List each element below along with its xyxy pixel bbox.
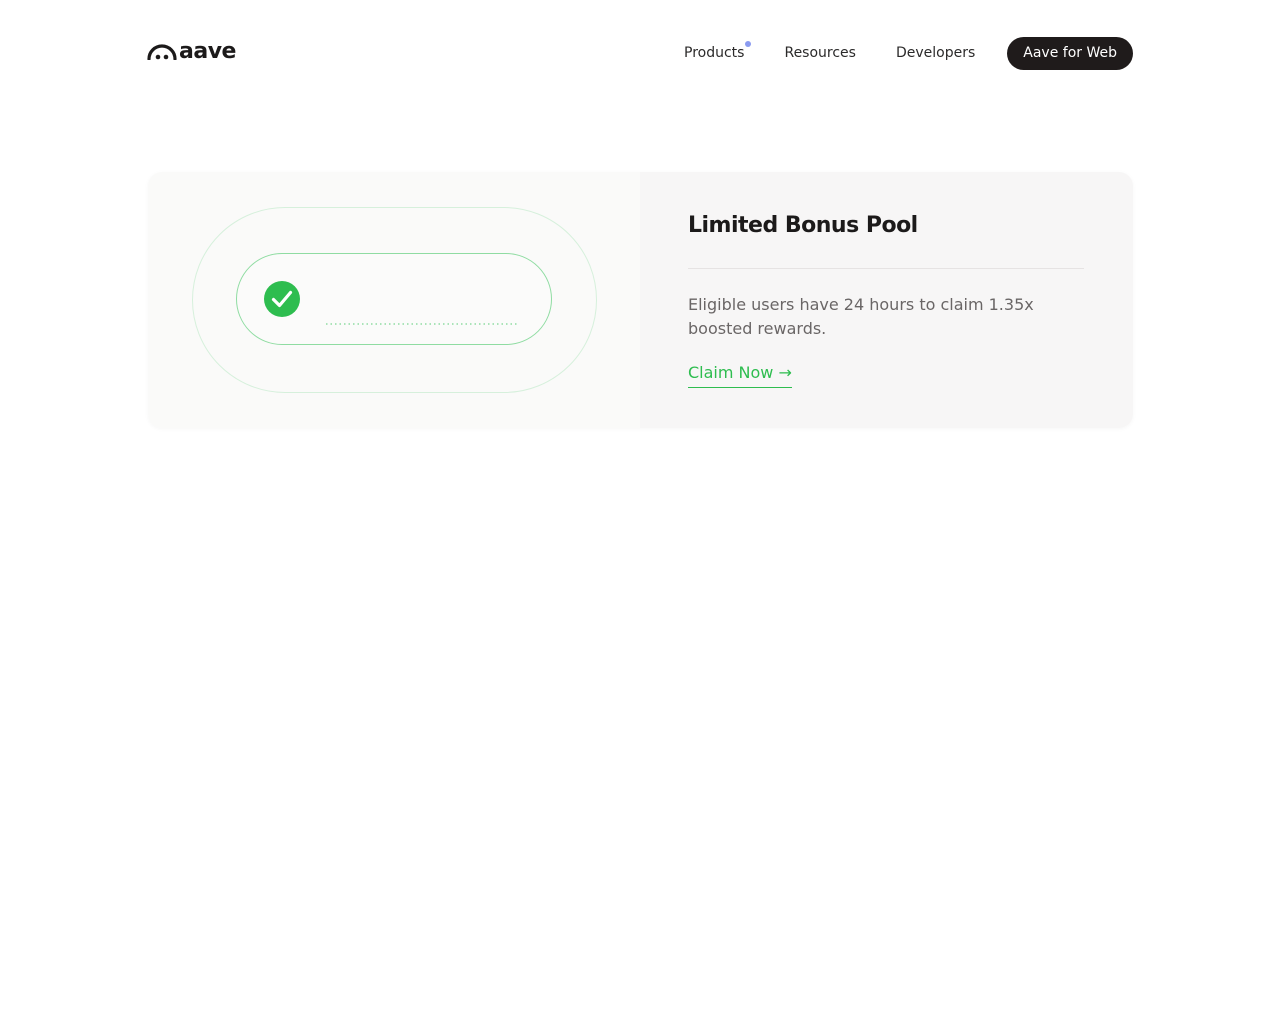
promo-description: Eligible users have 24 hours to claim 1.… [688, 295, 1034, 338]
nav-item-resources[interactable]: Resources [784, 36, 856, 70]
nav-item-label: Products [684, 45, 745, 61]
aave-ghost-icon [147, 44, 177, 60]
promo-illustration-panel [148, 172, 640, 428]
promo-divider [688, 268, 1084, 269]
promo-content-panel: Limited Bonus Pool Eligible users have 2… [640, 172, 1133, 428]
aave-for-web-button[interactable]: Aave for Web [1007, 36, 1133, 70]
promo-title: Limited Bonus Pool [688, 213, 918, 238]
promo-card: Limited Bonus Pool Eligible users have 2… [148, 172, 1133, 428]
pool-illustration [192, 207, 597, 393]
site-header: aave Products Resources Developers Aave … [147, 36, 1133, 70]
brand-logo[interactable]: aave [147, 39, 236, 65]
nav-item-label: Resources [784, 45, 856, 61]
nav-item-developers[interactable]: Developers [896, 36, 975, 70]
claim-now-link[interactable]: Claim Now → [688, 363, 792, 388]
check-circle-icon [264, 281, 300, 317]
new-indicator-dot [745, 41, 752, 47]
brand-name: aave [179, 39, 236, 64]
nav-item-label: Developers [895, 45, 976, 61]
main-nav: Products Resources Developers Aave for W… [684, 36, 1133, 70]
nav-item-products[interactable]: Products [684, 36, 752, 70]
